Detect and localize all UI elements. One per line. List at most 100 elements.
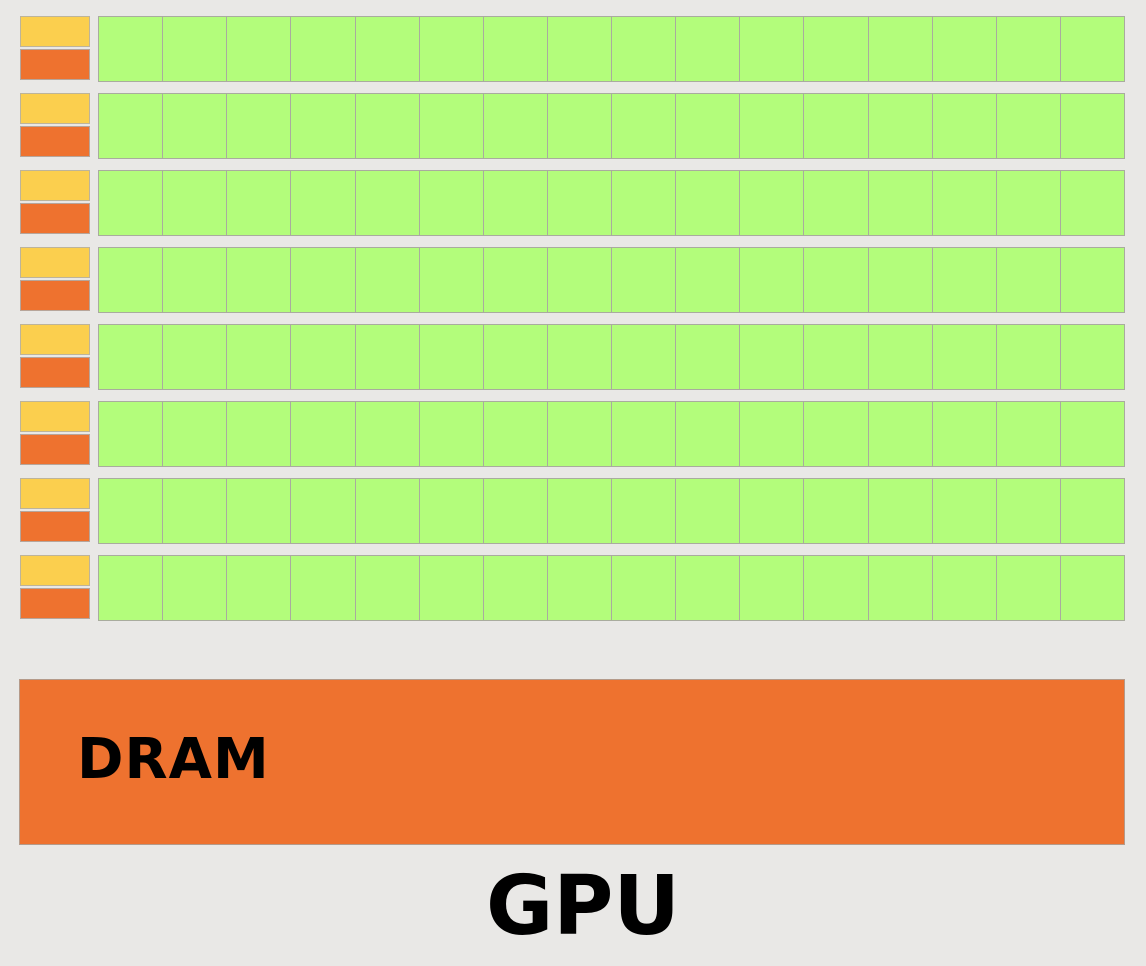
- alu-core: [868, 248, 933, 312]
- alu-core: [163, 171, 228, 235]
- alu-core: [547, 17, 612, 81]
- cache-unit: [20, 280, 90, 311]
- processor-row: [0, 478, 1146, 544]
- alu-core: [996, 248, 1061, 312]
- alu-core: [804, 248, 869, 312]
- alu-core: [996, 479, 1061, 543]
- alu-core: [227, 94, 292, 158]
- alu-core: [291, 17, 356, 81]
- alu-core: [740, 17, 805, 81]
- alu-core: [868, 171, 933, 235]
- alu-core: [419, 248, 484, 312]
- alu-core: [99, 556, 164, 620]
- alu-core: [1060, 479, 1124, 543]
- alu-core: [99, 479, 164, 543]
- alu-core: [676, 171, 741, 235]
- alu-core: [932, 94, 997, 158]
- alu-core: [996, 17, 1061, 81]
- alu-core: [291, 402, 356, 466]
- alu-core: [676, 325, 741, 389]
- cache-unit: [20, 357, 90, 388]
- alu-core: [163, 17, 228, 81]
- alu-core: [804, 325, 869, 389]
- cache-unit: [20, 588, 90, 619]
- alu-core: [419, 94, 484, 158]
- alu-core: [163, 94, 228, 158]
- alu-core: [99, 171, 164, 235]
- alu-core: [612, 479, 677, 543]
- alu-core: [355, 17, 420, 81]
- alu-core: [612, 402, 677, 466]
- processor-row: [0, 93, 1146, 159]
- cache-unit: [20, 434, 90, 465]
- control-unit: [20, 324, 90, 355]
- alu-core: [1060, 325, 1124, 389]
- processor-row: [0, 247, 1146, 313]
- alu-core: [1060, 94, 1124, 158]
- alu-core: [1060, 248, 1124, 312]
- alu-core: [996, 171, 1061, 235]
- dram-label: DRAM: [77, 727, 270, 792]
- alu-core: [227, 171, 292, 235]
- core-strip: [98, 170, 1125, 236]
- alu-core: [868, 94, 933, 158]
- alu-core: [932, 325, 997, 389]
- alu-core: [227, 402, 292, 466]
- alu-core: [804, 94, 869, 158]
- alu-core: [804, 17, 869, 81]
- alu-core: [804, 171, 869, 235]
- alu-core: [1060, 556, 1124, 620]
- alu-core: [291, 556, 356, 620]
- alu-core: [547, 556, 612, 620]
- alu-core: [996, 556, 1061, 620]
- alu-core: [291, 171, 356, 235]
- alu-core: [996, 325, 1061, 389]
- alu-core: [676, 479, 741, 543]
- alu-core: [355, 479, 420, 543]
- alu-core: [740, 402, 805, 466]
- alu-core: [355, 402, 420, 466]
- alu-core: [612, 171, 677, 235]
- alu-core: [612, 17, 677, 81]
- alu-core: [676, 556, 741, 620]
- gpu-architecture-diagram: DRAM GPU: [0, 0, 1146, 966]
- alu-core: [419, 171, 484, 235]
- core-strip: [98, 478, 1125, 544]
- alu-core: [355, 556, 420, 620]
- alu-core: [163, 402, 228, 466]
- core-strip: [98, 555, 1125, 621]
- alu-core: [1060, 402, 1124, 466]
- alu-core: [99, 248, 164, 312]
- alu-core: [676, 248, 741, 312]
- alu-core: [932, 479, 997, 543]
- alu-core: [676, 94, 741, 158]
- alu-core: [932, 171, 997, 235]
- control-unit: [20, 93, 90, 124]
- alu-core: [227, 325, 292, 389]
- cache-unit: [20, 511, 90, 542]
- alu-core: [291, 94, 356, 158]
- alu-core: [676, 402, 741, 466]
- alu-core: [483, 556, 548, 620]
- alu-core: [547, 479, 612, 543]
- alu-core: [740, 479, 805, 543]
- alu-core: [547, 325, 612, 389]
- dram-block: DRAM: [19, 679, 1125, 845]
- alu-core: [227, 248, 292, 312]
- alu-core: [483, 17, 548, 81]
- alu-core: [419, 402, 484, 466]
- alu-core: [291, 479, 356, 543]
- alu-core: [932, 17, 997, 81]
- alu-core: [227, 556, 292, 620]
- processor-row: [0, 170, 1146, 236]
- alu-core: [483, 479, 548, 543]
- control-unit: [20, 478, 90, 509]
- alu-core: [547, 171, 612, 235]
- alu-core: [483, 94, 548, 158]
- alu-core: [740, 248, 805, 312]
- processor-row: [0, 16, 1146, 82]
- alu-core: [804, 402, 869, 466]
- alu-core: [99, 402, 164, 466]
- processor-row: [0, 324, 1146, 390]
- alu-core: [612, 325, 677, 389]
